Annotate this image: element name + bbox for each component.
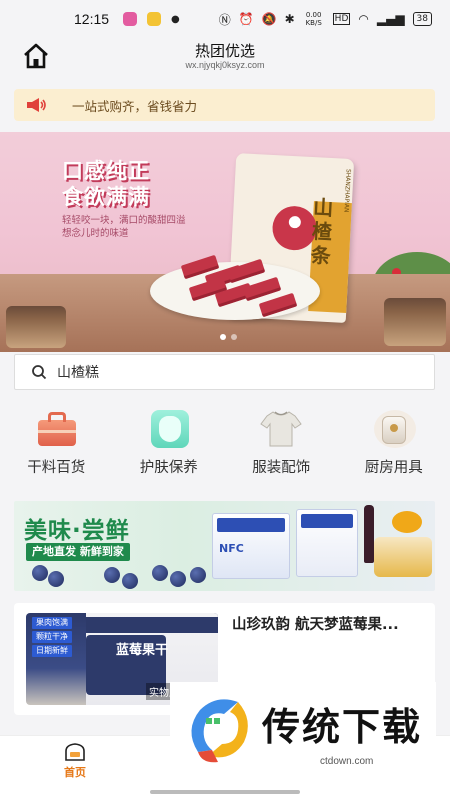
battery-icon: 38: [412, 12, 432, 26]
category-item-clothing[interactable]: 服装配饰: [225, 408, 338, 482]
wifi-icon: ◠: [358, 12, 369, 26]
search-bar[interactable]: [14, 354, 435, 390]
status-time: 12:15: [74, 11, 110, 27]
product-box: NFC: [212, 513, 290, 579]
product-tag: 果肉饱满: [32, 617, 72, 629]
banner-headline: 口感纯正 食欲满满: [62, 158, 150, 210]
category-label: 干料百货: [27, 460, 86, 476]
product-box: [296, 509, 358, 577]
toolbox-icon: [32, 408, 80, 448]
pagination-dot[interactable]: [231, 334, 237, 340]
box-label: NFC: [219, 542, 244, 555]
blueberry-decoration: [152, 565, 168, 581]
search-input[interactable]: [57, 364, 417, 380]
watermark: 传统下载 ctdown.com: [170, 682, 436, 778]
product-image-title: 蓝莓果干: [116, 643, 169, 658]
watermark-logo: [191, 699, 248, 763]
home-nav-icon: [65, 743, 85, 761]
kettle-icon: [370, 408, 418, 448]
category-label: 服装配饰: [252, 460, 311, 476]
notice-bar[interactable]: 一站式购齐，省钱省力: [14, 89, 435, 121]
honey-decoration: [392, 511, 422, 533]
status-icons: Ⓝ ⏰ 🔕 ✱ 0.00 KB/S HD ◠ ▂▄▆ 38: [219, 11, 432, 28]
nfc-icon: Ⓝ: [218, 12, 231, 27]
blueberry-decoration: [104, 567, 120, 583]
notice-text: 一站式购齐，省钱省力: [72, 98, 198, 114]
category-item-groceries[interactable]: 干料百货: [0, 408, 113, 482]
jar-decoration: [6, 306, 66, 348]
bluetooth-icon: ✱: [284, 12, 295, 26]
blueberry-decoration: [190, 567, 206, 583]
gesture-bar[interactable]: [150, 790, 300, 794]
box-header: [301, 514, 353, 528]
promo-title: 美味·尝鲜: [24, 518, 130, 544]
watermark-text: 传统下载: [262, 705, 423, 749]
nav-home[interactable]: 首页: [52, 742, 98, 780]
product-tag: 日期新鲜: [32, 645, 72, 657]
product-tag: 颗粒干净: [32, 631, 72, 643]
honey-jar-decoration: [374, 537, 432, 577]
package-band: [86, 617, 218, 633]
app-notification-icon: [123, 12, 138, 26]
blueberry-decoration: [48, 571, 64, 587]
signal-icon: ▂▄▆: [376, 12, 405, 26]
network-speed: 0.00 KB/S: [305, 11, 322, 27]
hero-banner[interactable]: 口感纯正 食欲满满 轻轻咬一块，满口的酸甜四溢 想念儿时的味道 SHANZHAP…: [0, 132, 450, 352]
page-title: 热团优选: [194, 42, 255, 60]
shirt-icon: [257, 408, 305, 448]
banner-headline-line2: 食欲满满: [62, 185, 150, 209]
header: 热团优选 wx.njyqkj0ksyz.com: [0, 38, 450, 78]
banner-pagination: [220, 334, 237, 340]
app-notification-icon: [147, 12, 162, 26]
blueberry-decoration: [170, 571, 186, 587]
status-bar: 12:15 ● Ⓝ ⏰ 🔕 ✱ 0.00 KB/S HD ◠ ▂▄▆ 38: [0, 0, 450, 38]
mute-icon: 🔕: [261, 12, 277, 26]
product-name: 山珍玖韵 航天梦蓝莓果...: [232, 617, 399, 633]
category-item-kitchen[interactable]: 厨房用具: [338, 408, 450, 482]
bottle-decoration: [364, 505, 374, 563]
jar-decoration: [384, 298, 446, 346]
megaphone-icon: [27, 98, 46, 112]
category-grid: 干料百货 护肤保养 服装配饰 厨房用具: [0, 408, 450, 482]
promo-subtitle: 产地直发 新鲜到家: [26, 543, 130, 561]
category-label: 护肤保养: [139, 460, 198, 476]
app-screen: 12:15 ● Ⓝ ⏰ 🔕 ✱ 0.00 KB/S HD ◠ ▂▄▆ 38 热团…: [0, 0, 450, 800]
box-header: [217, 518, 285, 532]
search-icon: [32, 365, 47, 380]
blueberry-decoration: [32, 565, 48, 581]
banner-headline-line1: 口感纯正: [62, 159, 150, 183]
pagination-dot[interactable]: [220, 334, 226, 340]
more-dot-icon: ●: [171, 13, 180, 25]
blueberry-decoration: [122, 573, 138, 589]
package-product-name: 山楂条: [310, 195, 334, 269]
nav-home-label: 首页: [64, 766, 86, 779]
watermark-url: ctdown.com: [320, 756, 374, 767]
promo-banner[interactable]: 美味·尝鲜 产地直发 新鲜到家 NFC: [14, 501, 435, 591]
category-item-skincare[interactable]: 护肤保养: [113, 408, 226, 482]
face-mask-icon: [145, 408, 193, 448]
page-url: wx.njyqkj0ksyz.com: [185, 60, 265, 70]
banner-subtext: 轻轻咬一块，满口的酸甜四溢 想念儿时的味道: [62, 215, 186, 239]
category-label: 厨房用具: [364, 460, 423, 476]
hd-icon: HD: [332, 13, 351, 25]
alarm-icon: ⏰: [238, 12, 254, 26]
